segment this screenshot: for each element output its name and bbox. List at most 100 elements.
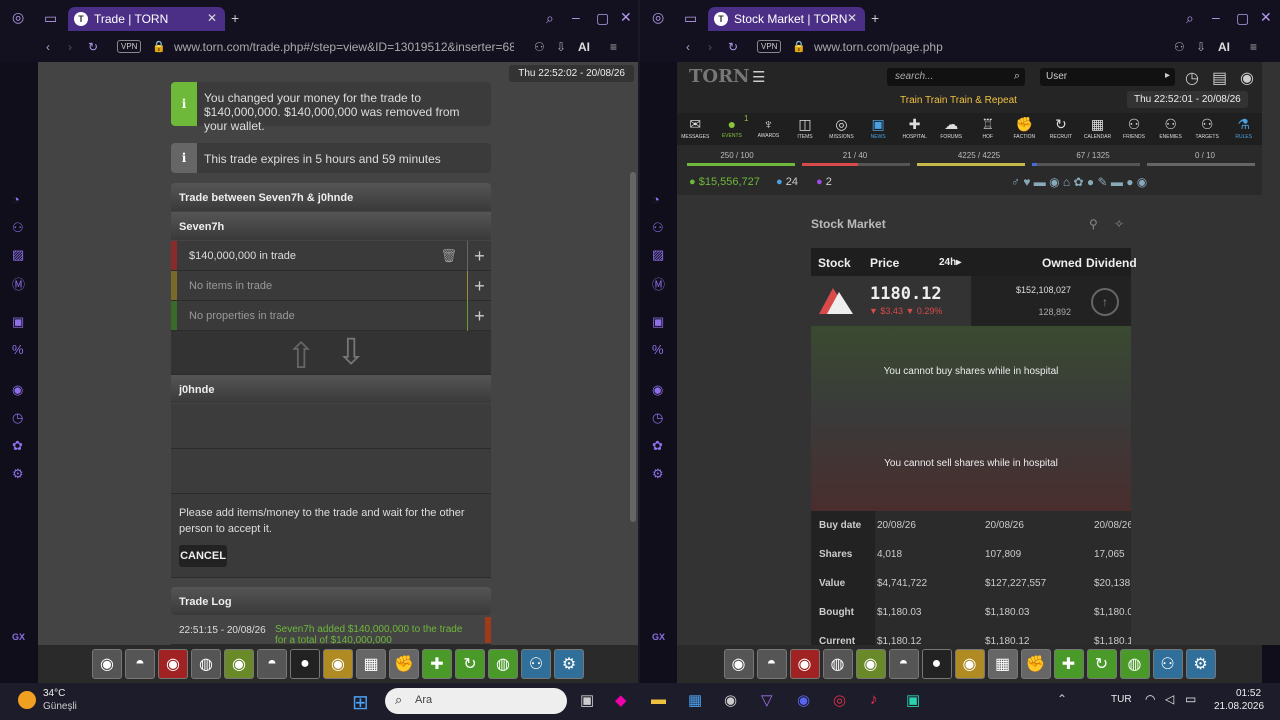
location-icon[interactable]: ⚲ [1089,217,1098,231]
close-window-icon[interactable]: ✕ [620,9,632,26]
clock-date[interactable]: 21.08.2026 [1214,701,1264,712]
wifi-icon[interactable]: ◠ [1145,692,1155,706]
dock-item-icon[interactable]: ◓ [888,649,919,679]
lock-icon[interactable]: 🔒 [152,40,166,53]
clock-time[interactable]: 01:52 [1236,688,1261,699]
language[interactable]: TUR [1111,694,1132,705]
dock-settings-icon[interactable]: ⚙ [554,649,584,679]
scrollbar[interactable] [630,172,636,522]
search-icon[interactable]: ⌕ [546,10,554,27]
tab-manager-icon[interactable]: ▭ [684,10,697,27]
task-view-icon[interactable]: ▣ [580,691,594,709]
add-money-button[interactable]: + [467,241,491,271]
tab-stock-market[interactable]: T Stock Market | TORN ✕ [708,7,865,31]
dock-fist-icon[interactable]: ✊ [1020,649,1051,679]
vpn-badge[interactable]: VPN [757,40,782,53]
col-price[interactable]: Price [870,256,899,270]
sidebar-twitch-icon[interactable]: ▣ [12,314,24,330]
reload-icon[interactable]: ↻ [88,40,98,54]
dock-item-icon[interactable]: ◓ [257,649,287,679]
maximize-icon[interactable]: ▢ [596,10,609,27]
status-icons[interactable]: ♂ ♥ ▬ ◉ ⌂ ✿ ● ✎ ▬ ● ◉ [1011,175,1147,189]
forums-icon[interactable]: ☁ FORUMS [934,113,968,145]
dock-globe-icon[interactable]: ◍ [488,649,518,679]
sidebar-settings-icon[interactable]: ⚙ [652,466,664,482]
clock-icon[interactable]: ◷ [1185,68,1199,88]
sidebar-twitch-icon[interactable]: ▣ [652,314,664,330]
sidebar-play-icon[interactable]: ◉ [12,382,23,398]
opera-gx-icon[interactable]: ◎ [833,691,846,709]
col-dividend[interactable]: Dividend [1086,256,1137,270]
dock-item-icon[interactable]: ◓ [125,649,155,679]
browser-logo-icon[interactable]: ◎ [12,9,24,26]
sidebar-wallet-icon[interactable]: ▨ [652,247,664,263]
dock-item-icon[interactable]: ◍ [191,649,221,679]
hof-icon[interactable]: ♖ HOF [971,113,1005,145]
download-icon[interactable]: ⇩ [556,40,566,54]
dock-hospital-icon[interactable]: ✚ [422,649,452,679]
menu-icon[interactable]: ≡ [610,40,617,54]
dock-hospital-icon[interactable]: ✚ [1053,649,1084,679]
col-24h[interactable]: 24h▸ [939,257,961,268]
sidebar-m-icon[interactable]: Ⓜ [12,274,25,293]
tray-chevron-icon[interactable]: ⌃ [1057,692,1067,706]
gx-icon[interactable]: GX [652,632,665,642]
dock-item-icon[interactable]: ◓ [756,649,787,679]
app-icon[interactable]: ▣ [906,691,920,709]
torn-logo[interactable]: TORN [689,66,750,87]
minimize-icon[interactable]: – [1212,9,1220,25]
proton-vpn-icon[interactable]: ▽ [761,691,773,709]
sidebar-speed-icon[interactable]: ◔ [652,192,660,207]
avatar[interactable]: ◉ [1240,68,1254,88]
dock-item-icon[interactable]: ◉ [789,649,820,679]
back-icon[interactable]: ‹ [686,40,690,54]
sidebar-wallet-icon[interactable]: ▨ [12,247,24,263]
sidebar-m-icon[interactable]: Ⓜ [652,274,665,293]
file-explorer-icon[interactable]: ▬ [651,691,666,708]
calendar-icon[interactable]: ▦ CALENDAR [1080,113,1114,145]
sidebar-puzzle-icon[interactable]: ✿ [652,438,663,454]
dock-item-icon[interactable]: ◉ [855,649,886,679]
dock-item-icon[interactable]: ◉ [224,649,254,679]
minimize-icon[interactable]: – [572,9,580,25]
dock-globe-icon[interactable]: ◍ [1119,649,1150,679]
col-stock[interactable]: Stock [818,256,851,270]
items-icon[interactable]: ◫ ITEMS [788,113,822,145]
faction-icon[interactable]: ✊ FACTION [1007,113,1041,145]
temperature[interactable]: 34°C [43,688,65,699]
messages-icon[interactable]: ✉ MESSAGES [678,113,712,145]
sidebar-history-icon[interactable]: ◷ [12,410,23,426]
store-icon[interactable]: ▦ [688,691,702,709]
sidebar-speed-icon[interactable]: ◔ [12,192,20,207]
profile-icon[interactable]: ⚇ [1174,40,1185,54]
search-icon[interactable]: ⌕ [1014,70,1020,83]
merits-value[interactable]: ● 2 [816,176,832,188]
missions-icon[interactable]: ◎ MISSIONS [825,113,859,145]
col-owned[interactable]: Owned [1042,256,1082,270]
friends-icon[interactable]: ⚇ FRIENDS [1117,113,1151,145]
dock-friends-icon[interactable]: ⚇ [521,649,551,679]
battery-icon[interactable]: ▭ [1185,692,1196,706]
sidebar-bot-icon[interactable]: ⚇ [12,220,24,236]
dock-fist-icon[interactable]: ✊ [389,649,419,679]
discord-icon[interactable]: ◉ [797,691,810,709]
dock-item-icon[interactable]: ◉ [954,649,985,679]
dock-item-icon[interactable]: ◉ [723,649,754,679]
maximize-icon[interactable]: ▢ [1236,10,1249,27]
tip-icon[interactable]: ✧ [1114,217,1124,231]
hospital-icon[interactable]: ✚ HOSPITAL [898,113,932,145]
cancel-button[interactable]: CANCEL [179,545,227,567]
sidebar-puzzle-icon[interactable]: ✿ [12,438,23,454]
weather-text[interactable]: Güneşli [43,701,77,712]
url-field[interactable]: www.torn.com/trade.php#/step=view&ID=130… [174,40,514,54]
rules-icon[interactable]: ⚗ RULES [1227,113,1261,145]
tab-manager-icon[interactable]: ▭ [44,10,57,27]
url-field[interactable]: www.torn.com/page.php [814,40,943,54]
dividend-icon[interactable]: ↑ [1091,288,1119,316]
volume-icon[interactable]: ◁ [1165,692,1174,706]
windows-start-icon[interactable]: ⊞ [352,690,369,715]
taskbar-search[interactable]: ⌕ Ara [385,688,567,714]
dock-refresh-icon[interactable]: ↻ [1086,649,1117,679]
new-tab-icon[interactable]: + [231,10,239,26]
gx-icon[interactable]: GX [12,632,25,642]
